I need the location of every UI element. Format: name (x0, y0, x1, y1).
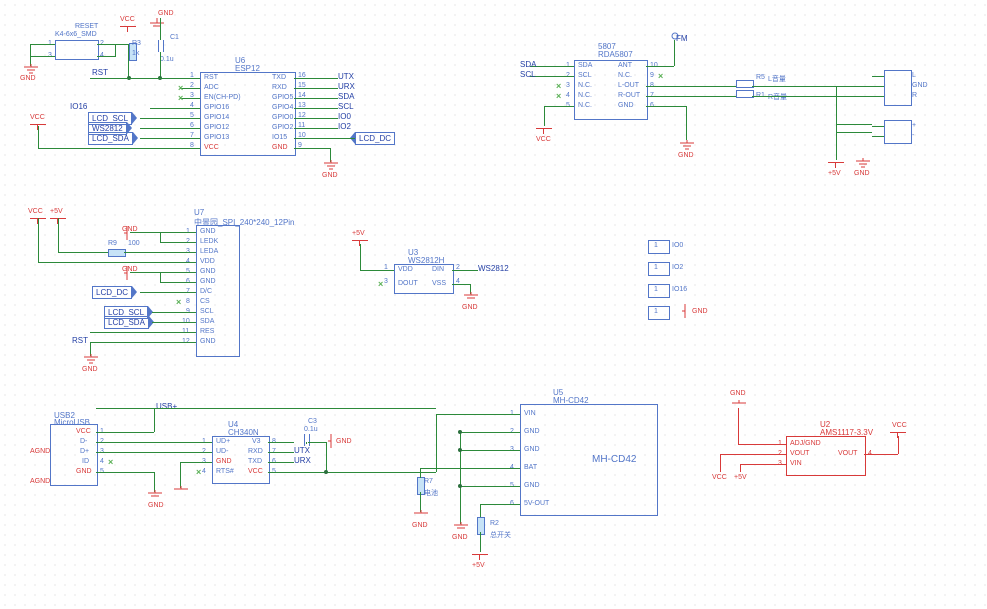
gnd-k4: GND (20, 75, 36, 82)
u6-lp7: GPIO13 (204, 134, 229, 141)
u6-rp5: GPIO0 (272, 114, 293, 121)
conn-g: GND (912, 82, 928, 89)
conn-minus: - (912, 132, 914, 139)
schematic-canvas: U6 ESP12 RST ADC EN(CH-PD) GPIO16 GPIO14… (0, 0, 987, 609)
gnd-5807 (680, 140, 694, 150)
c1-ref: C1 (170, 34, 179, 41)
gnd-u6: GND (322, 172, 338, 179)
5807-r5: GND (618, 102, 634, 109)
u6-rp2: RXD (272, 84, 287, 91)
r3-ref: R3 (132, 40, 141, 47)
io0-net: IO0 (338, 112, 351, 121)
antenna-icon (668, 28, 682, 40)
urx-net: URX (338, 82, 355, 91)
u6-rp3: GPIO5 (272, 94, 293, 101)
scl-net: SCL (338, 102, 354, 111)
u6-lp3: EN(CH-PD) (204, 94, 241, 101)
gnd-stub (738, 408, 739, 444)
sda-net: SDA (338, 92, 354, 101)
utx-net: UTX (338, 72, 354, 81)
io16-net: IO16 (70, 102, 87, 111)
reset-label: RESET (75, 23, 98, 30)
gnd-icon (24, 64, 38, 74)
conn-r: R (912, 92, 917, 99)
scl-5807: SCL (520, 70, 536, 79)
u6-lp6: GPIO12 (204, 124, 229, 131)
vcc-bar (120, 26, 136, 32)
conn-lr (884, 70, 912, 106)
gnd-icon-2 (150, 18, 164, 28)
5807-l3: N.C. (578, 82, 592, 89)
u6-val: ESP12 (235, 64, 260, 73)
u6-rp8: GND (272, 144, 288, 151)
r1-val: R音量 (768, 92, 787, 102)
vcc-r3: VCC (120, 16, 135, 23)
vcc-5807: VCC (536, 136, 551, 143)
5807-body (574, 60, 648, 120)
5807-r1: ANT (618, 62, 632, 69)
conn-l: L (912, 72, 916, 79)
5807-val: RDA5807 (598, 50, 633, 59)
lcd-sda-port: LCD_SDA (88, 132, 133, 145)
u7-val: 中景园_SPI_240*240_12Pin (194, 217, 295, 228)
u6-lp8: VCC (204, 144, 219, 151)
rst-net: RST (92, 68, 108, 77)
k4-body (55, 40, 99, 60)
u6-rp1: TXD (272, 74, 286, 81)
r5-ref: R5 (756, 74, 765, 81)
5807-l4: N.C. (578, 92, 592, 99)
r9-body (108, 249, 126, 257)
lcd-dc-port: LCD_DC (355, 132, 395, 145)
u6-lp5: GPIO14 (204, 114, 229, 121)
conn-pm (884, 120, 912, 144)
r2-body (477, 517, 485, 535)
gnd-icon-u6 (324, 160, 338, 170)
k4-ref: K4-6x6_SMD (55, 31, 97, 38)
usb2-body (50, 424, 98, 486)
usbplus-wire (156, 408, 436, 409)
no-connect: × (178, 94, 183, 103)
gnd-c1: GND (158, 10, 174, 17)
5807-r3: L-OUT (618, 82, 639, 89)
5807-r4: R-OUT (618, 92, 640, 99)
u6-lp2: ADC (204, 84, 219, 91)
c1-body (158, 40, 164, 52)
u7-ref: U7 (194, 208, 204, 217)
u6-rp4: GPIO4 (272, 104, 293, 111)
5807-l5: N.C. (578, 102, 592, 109)
u6-rp7: IO15 (272, 134, 287, 141)
u6-lp1: RST (204, 74, 218, 81)
u6-lp4: GPIO16 (204, 104, 229, 111)
conn-plus: + (912, 122, 916, 129)
vcc-u6: VCC (30, 114, 45, 121)
no-connect: × (178, 84, 183, 93)
io2-net: IO2 (338, 122, 351, 131)
5807-l2: SCL (578, 72, 592, 79)
u6-rp6: GPIO2 (272, 124, 293, 131)
r5-val: L音量 (768, 74, 786, 84)
r3-val: 1k (132, 50, 139, 57)
p5v-label: +5V (828, 170, 841, 177)
sda-5807: SDA (520, 60, 536, 69)
u5-big: MH-CD42 (592, 454, 636, 465)
5807-r2: N.C. (618, 72, 632, 79)
c1-val: 0.1u (160, 56, 174, 63)
5807-l1: SDA (578, 62, 592, 69)
